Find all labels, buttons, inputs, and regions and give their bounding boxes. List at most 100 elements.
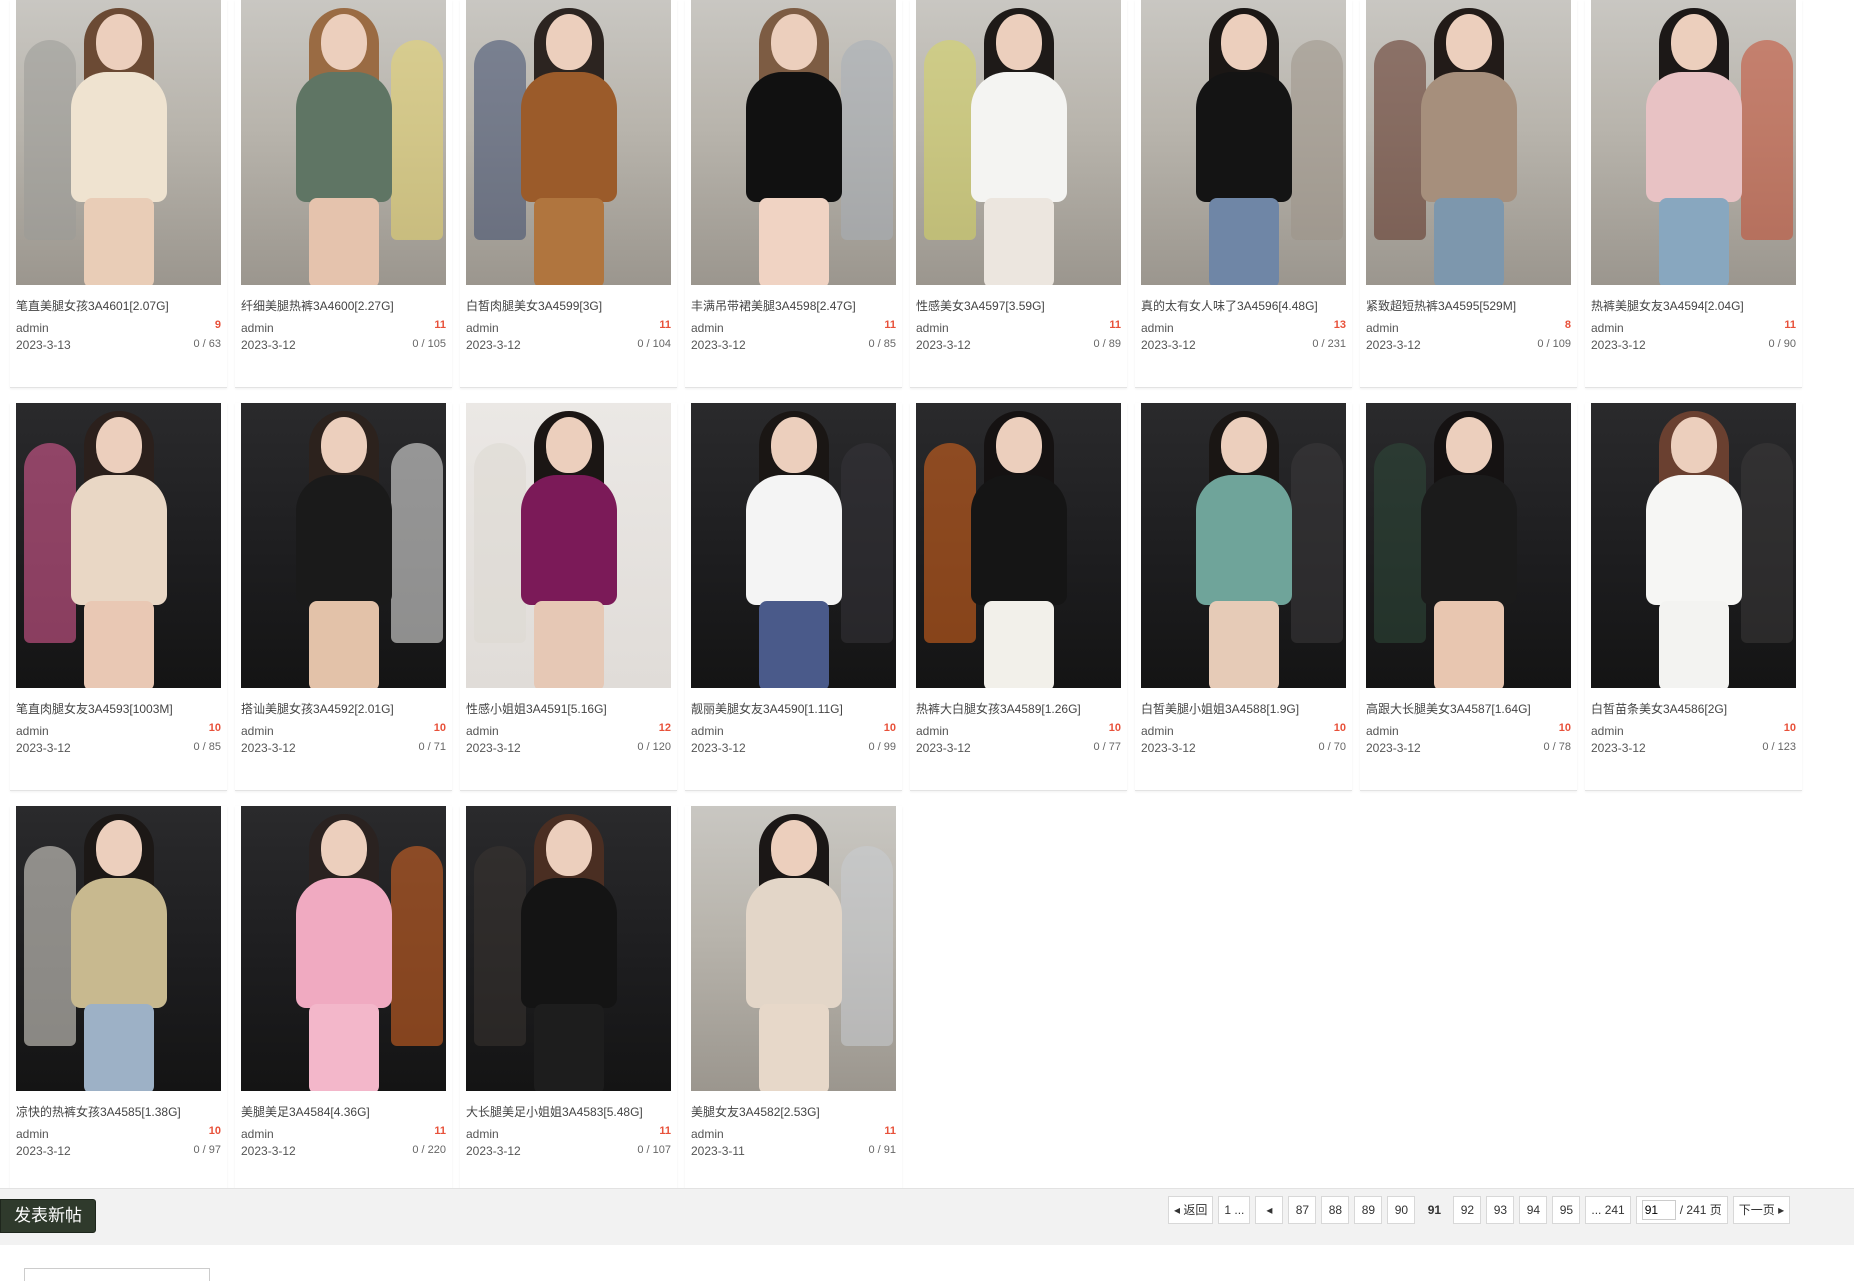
post-thumbnail[interactable] xyxy=(691,0,896,285)
post-thumbnail[interactable] xyxy=(466,403,671,688)
background-figure xyxy=(841,443,893,643)
post-author[interactable]: admin xyxy=(1141,321,1174,335)
post-thumbnail[interactable] xyxy=(16,403,221,688)
first-page-link[interactable]: 1 ... xyxy=(1218,1196,1251,1224)
post-author[interactable]: admin xyxy=(916,321,949,335)
post-title[interactable]: 大长腿美足小姐姐3A4583[5.48G] xyxy=(466,1103,671,1120)
post-card[interactable]: 大长腿美足小姐姐3A4583[5.48G] admin 11 2023-3-12 0 /… xyxy=(460,806,677,1194)
post-title[interactable]: 白皙苗条美女3A4586[2G] xyxy=(1591,700,1796,717)
post-author[interactable]: admin xyxy=(16,321,49,335)
page-link[interactable]: 92 xyxy=(1453,1196,1482,1224)
post-card[interactable]: 白皙苗条美女3A4586[2G] admin 10 2023-3-12 0 / 123 xyxy=(1585,403,1802,791)
post-author[interactable]: admin xyxy=(1591,321,1624,335)
post-card[interactable]: 白皙美腿小姐姐3A4588[1.9G] admin 10 2023-3-12 0 / 7… xyxy=(1135,403,1352,791)
figure-legs xyxy=(84,1004,154,1091)
page-link[interactable]: 93 xyxy=(1486,1196,1515,1224)
post-card[interactable]: 靓丽美腿女友3A4590[1.11G] admin 10 2023-3-12 0 / 9… xyxy=(685,403,902,791)
post-card[interactable]: 搭讪美腿女孩3A4592[2.01G] admin 10 2023-3-12 0 / 7… xyxy=(235,403,452,791)
post-thumbnail[interactable] xyxy=(691,403,896,688)
post-card[interactable]: 白皙肉腿美女3A4599[3G] admin 11 2023-3-12 0 / 104 xyxy=(460,0,677,388)
post-thumbnail[interactable] xyxy=(16,806,221,1091)
post-title[interactable]: 真的太有女人味了3A4596[4.48G] xyxy=(1141,297,1346,314)
page-jump-input[interactable] xyxy=(1641,1200,1676,1220)
post-title[interactable]: 热裤美腿女友3A4594[2.04G] xyxy=(1591,297,1796,314)
last-page-link[interactable]: ... 241 xyxy=(1585,1196,1631,1224)
post-author[interactable]: admin xyxy=(241,1127,274,1141)
post-thumbnail[interactable] xyxy=(16,0,221,285)
post-card[interactable]: 热裤大白腿女孩3A4589[1.26G] admin 10 2023-3-12 0 / … xyxy=(910,403,1127,791)
post-title[interactable]: 高跟大长腿美女3A4587[1.64G] xyxy=(1366,700,1571,717)
post-title[interactable]: 热裤大白腿女孩3A4589[1.26G] xyxy=(916,700,1121,717)
post-title[interactable]: 美腿女友3A4582[2.53G] xyxy=(691,1103,896,1120)
post-title[interactable]: 白皙美腿小姐姐3A4588[1.9G] xyxy=(1141,700,1346,717)
post-card[interactable]: 高跟大长腿美女3A4587[1.64G] admin 10 2023-3-12 0 / … xyxy=(1360,403,1577,791)
post-card[interactable]: 美腿女友3A4582[2.53G] admin 11 2023-3-11 0 / 91 xyxy=(685,806,902,1194)
post-title[interactable]: 靓丽美腿女友3A4590[1.11G] xyxy=(691,700,896,717)
post-card[interactable]: 真的太有女人味了3A4596[4.48G] admin 13 2023-3-12 0 /… xyxy=(1135,0,1352,388)
post-author[interactable]: admin xyxy=(1591,724,1624,738)
post-author[interactable]: admin xyxy=(241,724,274,738)
post-title[interactable]: 笔直美腿女孩3A4601[2.07G] xyxy=(16,297,221,314)
page-link[interactable]: 88 xyxy=(1321,1196,1350,1224)
page-link[interactable]: 89 xyxy=(1354,1196,1383,1224)
new-post-button[interactable]: 发表新帖 xyxy=(0,1199,96,1233)
post-thumbnail[interactable] xyxy=(241,0,446,285)
post-title[interactable]: 丰满吊带裙美腿3A4598[2.47G] xyxy=(691,297,896,314)
post-author[interactable]: admin xyxy=(466,724,499,738)
post-card[interactable]: 纤细美腿热裤3A4600[2.27G] admin 11 2023-3-12 0 / 1… xyxy=(235,0,452,388)
post-author[interactable]: admin xyxy=(691,1127,724,1141)
post-thumbnail[interactable] xyxy=(916,0,1121,285)
page-link[interactable]: 87 xyxy=(1288,1196,1317,1224)
post-thumbnail[interactable] xyxy=(466,806,671,1091)
post-author[interactable]: admin xyxy=(1366,724,1399,738)
post-title[interactable]: 美腿美足3A4584[4.36G] xyxy=(241,1103,446,1120)
post-thumbnail[interactable] xyxy=(691,806,896,1091)
post-thumbnail[interactable] xyxy=(916,403,1121,688)
post-title[interactable]: 性感美女3A4597[3.59G] xyxy=(916,297,1121,314)
page-link[interactable]: 95 xyxy=(1552,1196,1581,1224)
reply-count: 9 xyxy=(214,319,221,331)
post-title[interactable]: 白皙肉腿美女3A4599[3G] xyxy=(466,297,671,314)
post-thumbnail[interactable] xyxy=(1591,403,1796,688)
post-card[interactable]: 紧致超短热裤3A4595[529M] admin 8 2023-3-12 0 / 109 xyxy=(1360,0,1577,388)
post-thumbnail[interactable] xyxy=(241,403,446,688)
post-title[interactable]: 凉快的热裤女孩3A4585[1.38G] xyxy=(16,1103,221,1120)
post-thumbnail[interactable] xyxy=(1141,403,1346,688)
post-card[interactable]: 性感小姐姐3A4591[5.16G] admin 12 2023-3-12 0 / 12… xyxy=(460,403,677,791)
figure-head xyxy=(996,417,1042,473)
post-title[interactable]: 纤细美腿热裤3A4600[2.27G] xyxy=(241,297,446,314)
post-title[interactable]: 性感小姐姐3A4591[5.16G] xyxy=(466,700,671,717)
post-card[interactable]: 笔直肉腿女友3A4593[1003M] admin 10 2023-3-12 0 / 8… xyxy=(10,403,227,791)
post-date: 2023-3-12 xyxy=(241,1144,296,1158)
post-author[interactable]: admin xyxy=(466,1127,499,1141)
post-title[interactable]: 笔直肉腿女友3A4593[1003M] xyxy=(16,700,221,717)
prev-page-button[interactable]: ◂ xyxy=(1255,1196,1284,1224)
post-card[interactable]: 性感美女3A4597[3.59G] admin 11 2023-3-12 0 / 89 xyxy=(910,0,1127,388)
page-link[interactable]: 94 xyxy=(1519,1196,1548,1224)
post-author[interactable]: admin xyxy=(1141,724,1174,738)
next-page-button[interactable]: 下一页 ▸ xyxy=(1732,1196,1791,1224)
post-author[interactable]: admin xyxy=(16,1127,49,1141)
post-title[interactable]: 紧致超短热裤3A4595[529M] xyxy=(1366,297,1571,314)
post-title[interactable]: 搭讪美腿女孩3A4592[2.01G] xyxy=(241,700,446,717)
post-thumbnail[interactable] xyxy=(466,0,671,285)
post-card[interactable]: 丰满吊带裙美腿3A4598[2.47G] admin 11 2023-3-12 0 / … xyxy=(685,0,902,388)
post-author[interactable]: admin xyxy=(1366,321,1399,335)
post-author[interactable]: admin xyxy=(16,724,49,738)
post-author[interactable]: admin xyxy=(466,321,499,335)
post-thumbnail[interactable] xyxy=(241,806,446,1091)
post-author[interactable]: admin xyxy=(916,724,949,738)
page-link[interactable]: 90 xyxy=(1387,1196,1416,1224)
post-card[interactable]: 凉快的热裤女孩3A4585[1.38G] admin 10 2023-3-12 0 / … xyxy=(10,806,227,1194)
post-thumbnail[interactable] xyxy=(1141,0,1346,285)
post-card[interactable]: 美腿美足3A4584[4.36G] admin 11 2023-3-12 0 / 220 xyxy=(235,806,452,1194)
post-card[interactable]: 笔直美腿女孩3A4601[2.07G] admin 9 2023-3-13 0 / 63 xyxy=(10,0,227,388)
post-thumbnail[interactable] xyxy=(1366,0,1571,285)
post-thumbnail[interactable] xyxy=(1366,403,1571,688)
post-thumbnail[interactable] xyxy=(1591,0,1796,285)
post-author[interactable]: admin xyxy=(691,724,724,738)
back-button[interactable]: ◂ 返回 xyxy=(1168,1196,1214,1224)
post-author[interactable]: admin xyxy=(691,321,724,335)
post-author[interactable]: admin xyxy=(241,321,274,335)
post-card[interactable]: 热裤美腿女友3A4594[2.04G] admin 11 2023-3-12 0 / 9… xyxy=(1585,0,1802,388)
